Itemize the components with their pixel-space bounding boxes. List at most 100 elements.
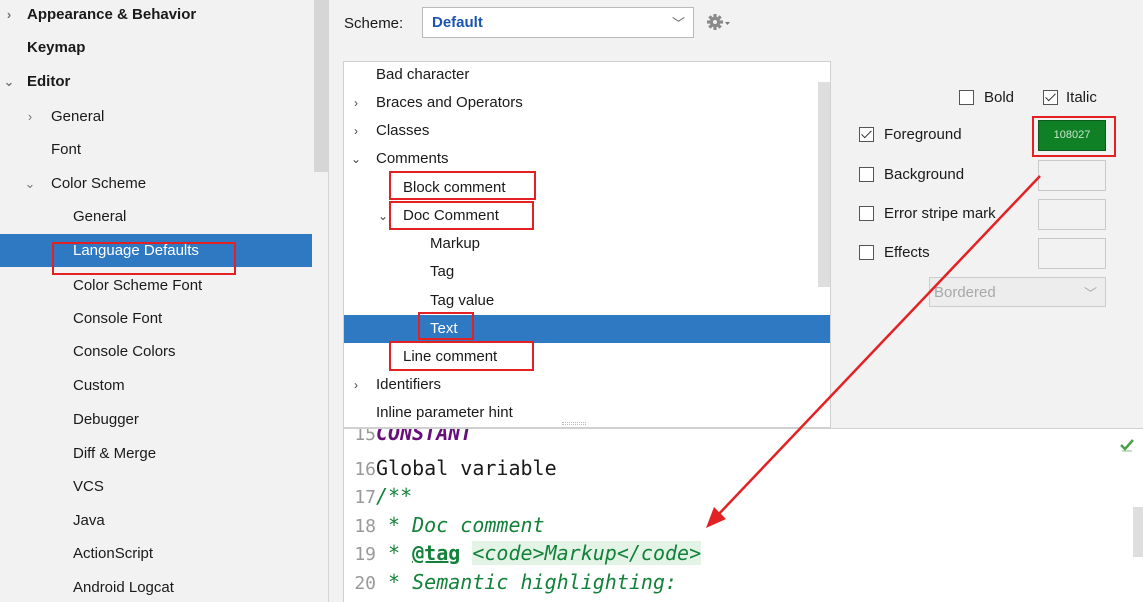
tree-item-label: Comments: [376, 150, 449, 167]
background-label: Background: [884, 166, 965, 183]
sidebar-item-label: VCS: [73, 478, 104, 495]
sidebar-item[interactable]: Console Colors: [0, 335, 312, 368]
sidebar-item[interactable]: VCS: [0, 470, 312, 503]
tree-item[interactable]: Inline parameter hint: [344, 399, 830, 427]
bold-checkbox[interactable]: [959, 90, 974, 105]
sidebar-item-label: General: [51, 108, 105, 125]
annotation-box: [389, 171, 536, 200]
code-line: 18 * Doc comment: [354, 513, 545, 537]
chevron-down-icon[interactable]: ⌄: [349, 145, 363, 173]
sidebar-item-label: Appearance & Behavior: [27, 6, 197, 23]
tree-item-label: Tag: [430, 263, 455, 280]
tree-item[interactable]: ⌄ Comments: [344, 145, 830, 173]
attribute-tree: Bad character › Braces and Operators › Class…: [343, 61, 831, 428]
sidebar-item[interactable]: › General: [0, 100, 312, 133]
scheme-dropdown[interactable]: Default ﹀: [422, 7, 694, 38]
tree-item-label: Inline parameter hint: [376, 404, 513, 421]
sidebar-item[interactable]: Font: [0, 133, 312, 166]
chevron-down-icon[interactable]: ⌄: [376, 202, 390, 230]
effects-type-value: Bordered: [934, 284, 996, 301]
gear-icon[interactable]: [705, 9, 733, 35]
sidebar-item-label: General: [73, 208, 127, 225]
sidebar-item-label: Console Font: [73, 310, 163, 327]
effects-color-swatch[interactable]: [1038, 238, 1106, 269]
tree-item[interactable]: › Braces and Operators: [344, 89, 830, 117]
resize-handle[interactable]: [562, 422, 586, 425]
annotation-box: [418, 312, 474, 340]
background-checkbox[interactable]: [859, 167, 874, 182]
error-stripe-label: Error stripe mark: [884, 205, 996, 222]
sidebar-item-label: Debugger: [73, 411, 139, 428]
chevron-down-icon[interactable]: ⌄: [23, 167, 37, 200]
italic-checkbox[interactable]: [1043, 90, 1058, 105]
tree-item-label: Tag value: [430, 292, 495, 309]
foreground-checkbox[interactable]: [859, 127, 874, 142]
effects-checkbox[interactable]: [859, 245, 874, 260]
chevron-right-icon[interactable]: ›: [349, 117, 363, 145]
chevron-right-icon[interactable]: ›: [2, 0, 16, 31]
chevron-down-icon: ﹀: [1083, 286, 1097, 301]
sidebar-item-label: Diff & Merge: [73, 445, 157, 462]
sidebar-item-label: Custom: [73, 377, 125, 394]
sidebar-item-label: Console Colors: [73, 343, 176, 360]
sidebar-item[interactable]: Java: [0, 504, 312, 537]
chevron-right-icon[interactable]: ›: [23, 100, 37, 133]
sidebar-item[interactable]: Debugger: [0, 403, 312, 436]
annotation-box: [1032, 116, 1116, 157]
sidebar-item[interactable]: Keymap: [0, 31, 312, 64]
sidebar-scrollbar[interactable]: [314, 0, 328, 172]
sidebar-item-label: Android Logcat: [73, 579, 174, 596]
tree-item[interactable]: › Classes: [344, 117, 830, 145]
effects-type-dropdown[interactable]: Bordered ﹀: [929, 277, 1106, 307]
doc-markup: <code>Markup</code>: [472, 541, 702, 565]
sidebar-item[interactable]: ⌄ Color Scheme: [0, 167, 312, 200]
error-stripe-color-swatch[interactable]: [1038, 199, 1106, 230]
tree-item[interactable]: Bad character: [344, 62, 830, 89]
tree-item-label: Bad character: [376, 66, 470, 83]
chevron-down-icon[interactable]: ⌄: [2, 65, 16, 98]
code-line: 17/**: [354, 484, 413, 508]
sidebar-item[interactable]: Android Logcat: [0, 571, 312, 602]
scheme-label: Scheme:: [344, 15, 404, 32]
sidebar-item[interactable]: Console Font: [0, 302, 312, 335]
tree-scrollbar[interactable]: [818, 82, 830, 287]
sidebar-item-label: Color Scheme: [51, 175, 147, 192]
code-line: 19 * @tag <code>Markup</code>: [354, 541, 702, 565]
preview-scrollbar[interactable]: [1133, 507, 1143, 557]
italic-label: Italic: [1066, 89, 1097, 106]
sidebar-item[interactable]: General: [0, 200, 312, 233]
background-color-swatch[interactable]: [1038, 160, 1106, 191]
doc-tag: @tag: [412, 541, 461, 565]
tree-item[interactable]: Text: [344, 315, 830, 343]
sidebar-item[interactable]: › Appearance & Behavior: [0, 0, 312, 31]
tree-item[interactable]: Markup: [344, 230, 830, 258]
code-line: 15CONSTANT: [354, 428, 473, 445]
sidebar-item[interactable]: Diff & Merge: [0, 437, 312, 470]
tree-item-label: Classes: [376, 122, 430, 139]
tree-item[interactable]: › Identifiers: [344, 371, 830, 399]
annotation-box: [52, 242, 236, 275]
annotation-box: [389, 341, 534, 371]
tree-item-label: Markup: [430, 235, 481, 252]
scheme-bar: Scheme: Default ﹀: [330, 0, 1143, 50]
sidebar-item-label: Font: [51, 141, 82, 158]
sidebar-item-label: Editor: [27, 73, 71, 90]
tree-item[interactable]: Tag value: [344, 287, 830, 315]
code-preview[interactable]: 15CONSTANT 16Global variable 17/** 18 * …: [343, 428, 1143, 602]
chevron-right-icon[interactable]: ›: [349, 89, 363, 117]
bold-label: Bold: [984, 89, 1015, 106]
sidebar-item[interactable]: ActionScript: [0, 537, 312, 570]
tree-item-label: Braces and Operators: [376, 94, 523, 111]
check-icon: [1120, 439, 1134, 452]
sidebar-item[interactable]: ⌄ Editor: [0, 65, 312, 98]
sidebar-item[interactable]: Custom: [0, 369, 312, 402]
error-stripe-checkbox[interactable]: [859, 206, 874, 221]
sidebar-item-label: Keymap: [27, 39, 86, 56]
tree-item[interactable]: Tag: [344, 258, 830, 286]
scheme-value: Default: [432, 14, 483, 31]
chevron-down-icon: ﹀: [671, 16, 685, 31]
annotation-box: [389, 201, 534, 230]
effects-label: Effects: [884, 244, 930, 261]
chevron-right-icon[interactable]: ›: [349, 371, 363, 399]
sidebar-item-label: ActionScript: [73, 545, 154, 562]
